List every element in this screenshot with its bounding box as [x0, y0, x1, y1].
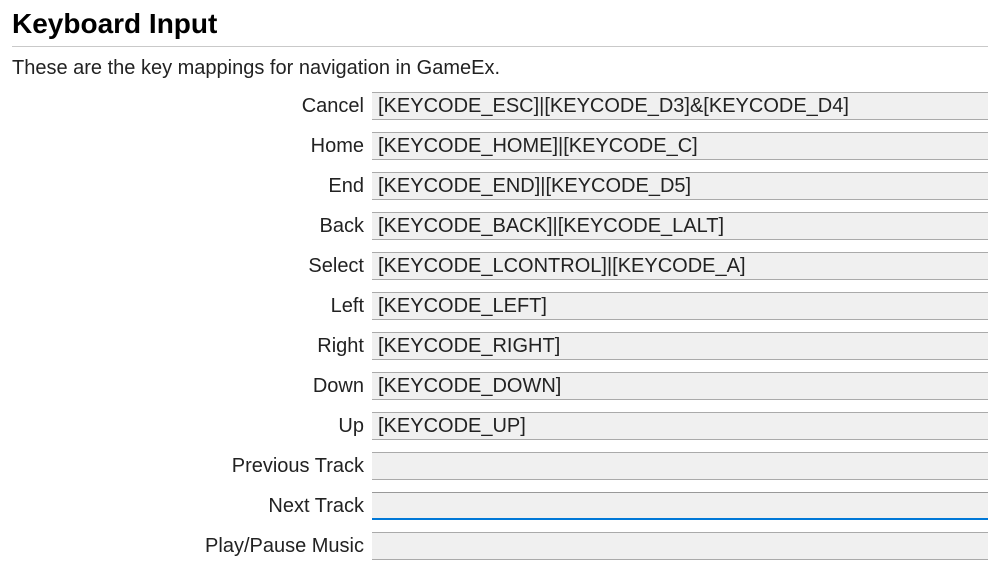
mapping-label: Previous Track — [12, 455, 372, 478]
mapping-row: Left — [12, 292, 988, 320]
mapping-row: Select — [12, 252, 988, 280]
mapping-label: Down — [12, 375, 372, 398]
mapping-row: Up — [12, 412, 988, 440]
mapping-row: End — [12, 172, 988, 200]
mapping-label: Up — [12, 415, 372, 438]
mapping-label: Home — [12, 135, 372, 158]
key-mappings-form: Cancel Home End Back Select Left Right Down Up Pr… — [12, 92, 988, 560]
mapping-row: Cancel — [12, 92, 988, 120]
mapping-input[interactable] — [372, 132, 988, 160]
mapping-label: End — [12, 175, 372, 198]
mapping-label: Select — [12, 255, 372, 278]
mapping-row: Right — [12, 332, 988, 360]
mapping-label: Left — [12, 295, 372, 318]
mapping-input[interactable] — [372, 292, 988, 320]
mapping-row: Next Track — [12, 492, 988, 520]
mapping-input[interactable] — [372, 532, 988, 560]
mapping-label: Right — [12, 335, 372, 358]
mapping-input[interactable] — [372, 372, 988, 400]
mapping-row: Back — [12, 212, 988, 240]
mapping-row: Down — [12, 372, 988, 400]
title-divider — [12, 46, 988, 47]
mapping-row: Play/Pause Music — [12, 532, 988, 560]
mapping-input[interactable] — [372, 412, 988, 440]
mapping-row: Home — [12, 132, 988, 160]
mapping-label: Play/Pause Music — [12, 535, 372, 558]
mapping-label: Next Track — [12, 495, 372, 518]
mapping-input[interactable] — [372, 332, 988, 360]
mapping-input[interactable] — [372, 252, 988, 280]
mapping-row: Previous Track — [12, 452, 988, 480]
page-title: Keyboard Input — [12, 8, 988, 40]
mapping-input[interactable] — [372, 212, 988, 240]
mapping-input[interactable] — [372, 172, 988, 200]
mapping-input[interactable] — [372, 492, 988, 520]
mapping-label: Back — [12, 215, 372, 238]
page-description: These are the key mappings for navigatio… — [12, 57, 988, 80]
mapping-input[interactable] — [372, 452, 988, 480]
mapping-label: Cancel — [12, 95, 372, 118]
mapping-input[interactable] — [372, 92, 988, 120]
